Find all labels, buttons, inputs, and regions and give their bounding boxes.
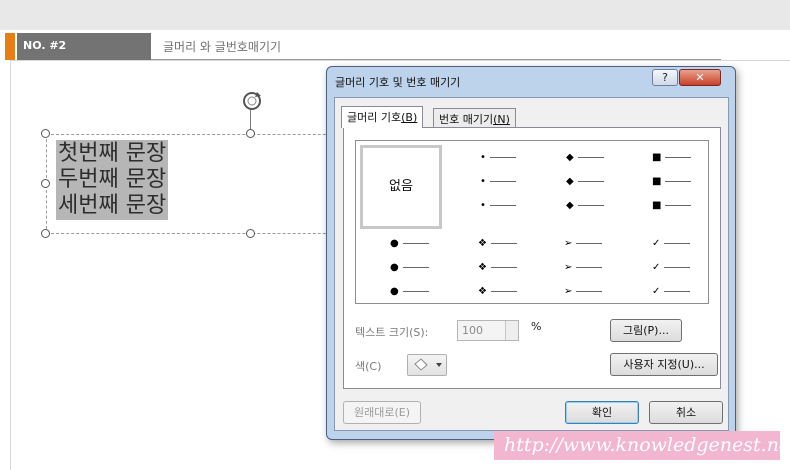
close-button[interactable]: ✕ (679, 69, 721, 86)
bullet-glyph: • (480, 152, 486, 163)
spinner-arrows-icon[interactable] (505, 321, 518, 340)
paint-bucket-icon (414, 358, 442, 371)
line-placeholder (576, 266, 603, 268)
rotate-handle-icon[interactable] (241, 90, 263, 112)
line-placeholder (664, 266, 691, 268)
line-placeholder (577, 156, 604, 158)
color-label: 색(C) (355, 360, 382, 373)
line-placeholder (489, 180, 516, 182)
resize-handle-top-left[interactable] (41, 129, 50, 138)
line-placeholder (665, 156, 692, 158)
size-spinner[interactable]: 100 (457, 320, 519, 341)
line-placeholder (665, 204, 692, 206)
size-label: 텍스트 크기(S): (355, 326, 429, 339)
bullet-glyph: ✓ (652, 262, 661, 273)
dialog-client-area: 글머리 기호(B) 번호 매기기(N) 없음 • • • ◆ ◆ ◆ ■ ■ ■… (334, 97, 729, 431)
tab-mnemonic: (N) (493, 113, 510, 126)
line-placeholder (664, 242, 691, 244)
slide-number-label: NO. #2 (17, 33, 151, 60)
color-picker-button[interactable] (407, 354, 447, 376)
bullet-glyph: ● (390, 262, 399, 273)
bullet-style-gallery: 없음 • • • ◆ ◆ ◆ ■ ■ ■ ● ● ● ❖ ❖ ❖ ➢ ➢ ➢ ✓… (355, 140, 709, 304)
line-placeholder (402, 266, 429, 268)
dialog-title: 글머리 기호 및 번호 매기기 (335, 76, 461, 89)
bullet-glyph: ❖ (478, 262, 487, 273)
size-value: 100 (462, 324, 483, 337)
bullet-glyph: ❖ (478, 286, 487, 297)
line-placeholder (577, 180, 604, 182)
slide-header-accent (5, 33, 15, 60)
bullet-glyph: ✓ (652, 286, 661, 297)
bullet-glyph: ◆ (566, 152, 574, 163)
slide-header-rule (151, 59, 721, 60)
line-placeholder (490, 266, 517, 268)
tab-label: 글머리 기호 (347, 111, 402, 124)
bullet-glyph: ❖ (478, 238, 487, 249)
selected-text[interactable]: 첫번째 문장 두번째 문장 세번째 문장 (56, 140, 169, 220)
bullet-glyph: ● (390, 238, 399, 249)
tab-numbering[interactable]: 번호 매기기(N) (433, 108, 516, 128)
slide-title: 글머리 와 글번호매기기 (163, 40, 282, 54)
bullets-numbering-dialog: 글머리 기호 및 번호 매기기 ? ✕ 글머리 기호(B) 번호 매기기(N) … (326, 66, 736, 440)
resize-handle-top-middle[interactable] (246, 129, 255, 138)
tab-bullets[interactable]: 글머리 기호(B) (341, 106, 424, 128)
text-line: 두번째 문장 (56, 166, 169, 194)
tab-label: 번호 매기기 (439, 113, 494, 126)
help-button[interactable]: ? (652, 69, 678, 86)
bullet-glyph: ➢ (564, 262, 573, 273)
bullet-glyph: ◆ (566, 200, 574, 211)
bullet-glyph: ✓ (652, 238, 661, 249)
bullet-glyph: ➢ (564, 238, 573, 249)
line-placeholder (402, 290, 429, 292)
resize-handle-bottom-left[interactable] (41, 229, 50, 238)
line-placeholder (577, 204, 604, 206)
app-top-bar (0, 0, 790, 30)
line-placeholder (490, 242, 517, 244)
resize-handle-bottom-middle[interactable] (246, 229, 255, 238)
line-placeholder (576, 242, 603, 244)
line-placeholder (664, 290, 691, 292)
bullet-option-none[interactable]: 없음 (360, 145, 442, 229)
line-placeholder (489, 156, 516, 158)
bullet-glyph: ■ (652, 152, 662, 163)
resize-handle-middle-left[interactable] (41, 179, 50, 188)
picture-button[interactable]: 그림(P)... (610, 319, 682, 342)
bullet-glyph: ◆ (566, 176, 574, 187)
bullet-glyph: ➢ (564, 286, 573, 297)
customize-button[interactable]: 사용자 지정(U)... (610, 353, 718, 376)
line-placeholder (402, 242, 429, 244)
line-placeholder (665, 180, 692, 182)
bullet-glyph: ■ (652, 200, 662, 211)
watermark: http://www.knowledgenest.net (494, 431, 790, 460)
ok-button[interactable]: 확인 (565, 401, 639, 424)
text-line: 첫번째 문장 (56, 140, 169, 168)
bullet-glyph: • (480, 176, 486, 187)
cancel-button[interactable]: 취소 (649, 401, 723, 424)
tab-mnemonic: (B) (401, 111, 418, 124)
bullet-glyph: ● (390, 286, 399, 297)
size-unit: % (531, 320, 542, 333)
line-placeholder (490, 290, 517, 292)
bullets-tab-panel: 없음 • • • ◆ ◆ ◆ ■ ■ ■ ● ● ● ❖ ❖ ❖ ➢ ➢ ➢ ✓… (343, 127, 721, 389)
bullet-glyph: • (480, 200, 486, 211)
bullet-glyph: ■ (652, 176, 662, 187)
reset-button[interactable]: 원래대로(E) (343, 401, 421, 424)
line-placeholder (489, 204, 516, 206)
line-placeholder (576, 290, 603, 292)
text-line: 세번째 문장 (56, 192, 169, 220)
